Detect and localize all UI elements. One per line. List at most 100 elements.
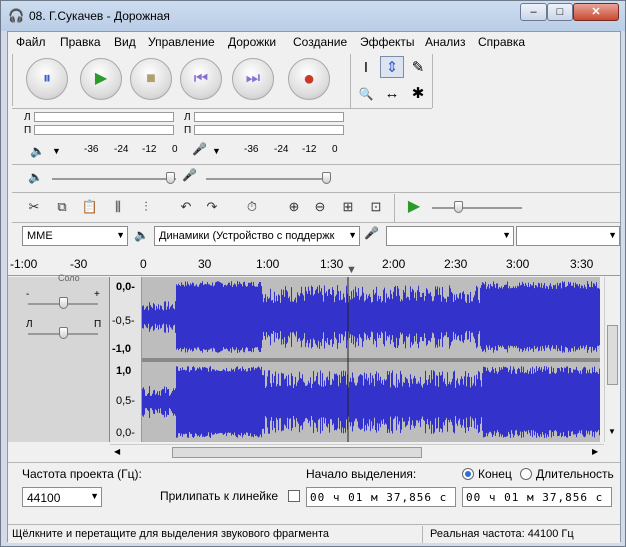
cut-button[interactable]: ✂ [22, 196, 46, 218]
fit-project-button[interactable]: ⊡ [364, 196, 388, 218]
meter-tick: 0 [332, 144, 338, 155]
output-volume-slider[interactable] [166, 172, 175, 184]
status-rate: Реальная частота: 44100 Гц [430, 528, 574, 540]
chevron-down-icon: ▼ [116, 230, 125, 240]
cursor-icon: I [363, 59, 369, 76]
gain-slider[interactable] [59, 297, 68, 309]
input-volume-track[interactable] [206, 178, 330, 180]
menu-help[interactable]: Справка [478, 35, 525, 49]
selection-end-field[interactable]: 00 ч 01 м 37,856 с [462, 487, 612, 507]
track-control-panel[interactable]: Соло - + Л П [8, 273, 110, 442]
silence-button[interactable]: ⫶ [134, 196, 158, 218]
redo-button[interactable]: ↷ [200, 196, 224, 218]
fit-selection-button[interactable]: ⊞ [336, 196, 360, 218]
length-radio[interactable] [520, 468, 532, 480]
app-window: 🎧 08. Г.Сукачев - Дорожная – □ ✕ Файл Пр… [0, 0, 626, 547]
draw-tool[interactable]: ✎ [406, 56, 430, 78]
zoom-in-button[interactable]: ⊕ [282, 196, 306, 218]
record-meter-dropdown-icon[interactable]: ▼ [212, 146, 221, 156]
end-radio[interactable] [462, 468, 474, 480]
microphone-icon[interactable]: 🎤 [192, 142, 207, 156]
input-device-select[interactable]: ▼ [386, 226, 514, 246]
paste-button[interactable]: 📋 [78, 196, 102, 218]
chevron-down-icon: ▼ [608, 230, 617, 240]
ruler-label: 2:00 [382, 257, 406, 271]
snap-to-checkbox[interactable] [288, 490, 300, 502]
timeline-ruler[interactable]: -1:00 -30 0 30 1:00 1:30 2:00 2:30 3:00 … [8, 254, 620, 276]
selection-start-value: 00 ч 01 м 37,856 с [310, 491, 448, 504]
selection-start-field[interactable]: 00 ч 01 м 37,856 с [306, 487, 456, 507]
selection-end-value: 00 ч 01 м 37,856 с [466, 491, 604, 504]
input-volume-slider[interactable] [322, 172, 331, 184]
horizontal-scrollbar[interactable]: ◀ ▶ [110, 444, 604, 460]
record-meter-left[interactable] [194, 112, 344, 122]
output-volume-track[interactable] [52, 178, 176, 180]
select-tool[interactable]: I [354, 56, 378, 78]
ruler-label: -1:00 [10, 257, 38, 271]
multi-tool[interactable]: ✱ [406, 82, 430, 104]
playback-meter-left[interactable] [34, 112, 174, 122]
output-device-select[interactable]: Динамики (Устройство с поддержк ▼ [154, 226, 360, 246]
playback-meter-dropdown-icon[interactable]: ▼ [52, 146, 61, 156]
menu-effects[interactable]: Эффекты [360, 35, 415, 49]
timeshift-tool[interactable]: ↔ [380, 82, 404, 104]
multi-tool-icon: ✱ [411, 85, 425, 102]
envelope-tool[interactable]: ⇕ [380, 56, 404, 78]
scale-label: 0,5- [116, 395, 135, 407]
pause-button[interactable]: ⏸ [26, 58, 68, 100]
record-meter-right[interactable] [194, 125, 344, 135]
horizontal-scroll-thumb[interactable] [172, 447, 422, 458]
minimize-button[interactable]: – [520, 3, 547, 21]
stop-button[interactable]: ■ [130, 58, 172, 100]
track-name: Соло [58, 273, 80, 283]
speaker-icon[interactable]: 🔈 [30, 144, 45, 158]
record-button[interactable]: ● [288, 58, 330, 100]
input-device-icon: 🎤 [364, 226, 379, 240]
menu-generate[interactable]: Создание [293, 35, 347, 49]
gain-max-label: + [94, 289, 100, 300]
menu-tracks[interactable]: Дорожки [228, 35, 276, 49]
audio-host-select[interactable]: MME ▼ [22, 226, 128, 246]
skip-end-button[interactable]: ⏭ [232, 58, 274, 100]
ruler-label: 3:30 [570, 257, 594, 271]
menu-file[interactable]: Файл [16, 35, 46, 49]
playback-meter-right[interactable] [34, 125, 174, 135]
trim-icon: ⫼ [115, 199, 121, 214]
waveform-area[interactable]: 0,0- -0,5- -1,0 1,0 0,5- 0,0- [110, 277, 600, 442]
menu-transport[interactable]: Управление [148, 35, 215, 49]
vertical-scrollbar[interactable]: ▼ [604, 277, 620, 442]
scroll-down-icon[interactable]: ▼ [608, 427, 616, 436]
menu-view[interactable]: Вид [114, 35, 136, 49]
scroll-right-icon[interactable]: ▶ [592, 447, 598, 456]
input-channels-select[interactable]: ▼ [516, 226, 620, 246]
trim-button[interactable]: ⫼ [106, 196, 130, 218]
close-button[interactable]: ✕ [573, 3, 619, 21]
maximize-button[interactable]: □ [547, 3, 573, 21]
scale-label: 0,0- [116, 281, 135, 293]
menu-analyze[interactable]: Анализ [425, 35, 466, 49]
project-rate-select[interactable]: 44100 ▼ [22, 487, 102, 507]
undo-button[interactable]: ↶ [174, 196, 198, 218]
scroll-left-icon[interactable]: ◀ [114, 447, 120, 456]
copy-button[interactable]: ⧉ [50, 196, 74, 218]
waveform-channel [142, 366, 600, 438]
waveform[interactable] [142, 277, 600, 442]
vertical-scroll-thumb[interactable] [607, 325, 618, 385]
pan-slider[interactable] [59, 327, 68, 339]
magnifier-icon: 🔍 [358, 87, 374, 101]
stop-icon: ■ [146, 70, 156, 87]
gain-min-label: - [26, 289, 30, 300]
speed-slider[interactable] [454, 201, 463, 213]
play-at-speed-button[interactable]: ▶ [402, 196, 426, 218]
edit-divider [12, 192, 620, 193]
zoom-tool[interactable]: 🔍 [354, 82, 378, 104]
snap-to-label: Прилипать к линейке [160, 489, 279, 503]
menu-edit[interactable]: Правка [60, 35, 101, 49]
zoom-out-button[interactable]: ⊖ [308, 196, 332, 218]
meter-divider [12, 108, 432, 109]
speed-track[interactable] [432, 207, 522, 209]
status-bar: Щёлкните и перетащите для выделения звук… [8, 524, 620, 543]
sync-lock-button[interactable]: ⏱ [240, 196, 264, 218]
play-button[interactable]: ▶ [80, 58, 122, 100]
skip-start-button[interactable]: ⏮ [180, 58, 222, 100]
